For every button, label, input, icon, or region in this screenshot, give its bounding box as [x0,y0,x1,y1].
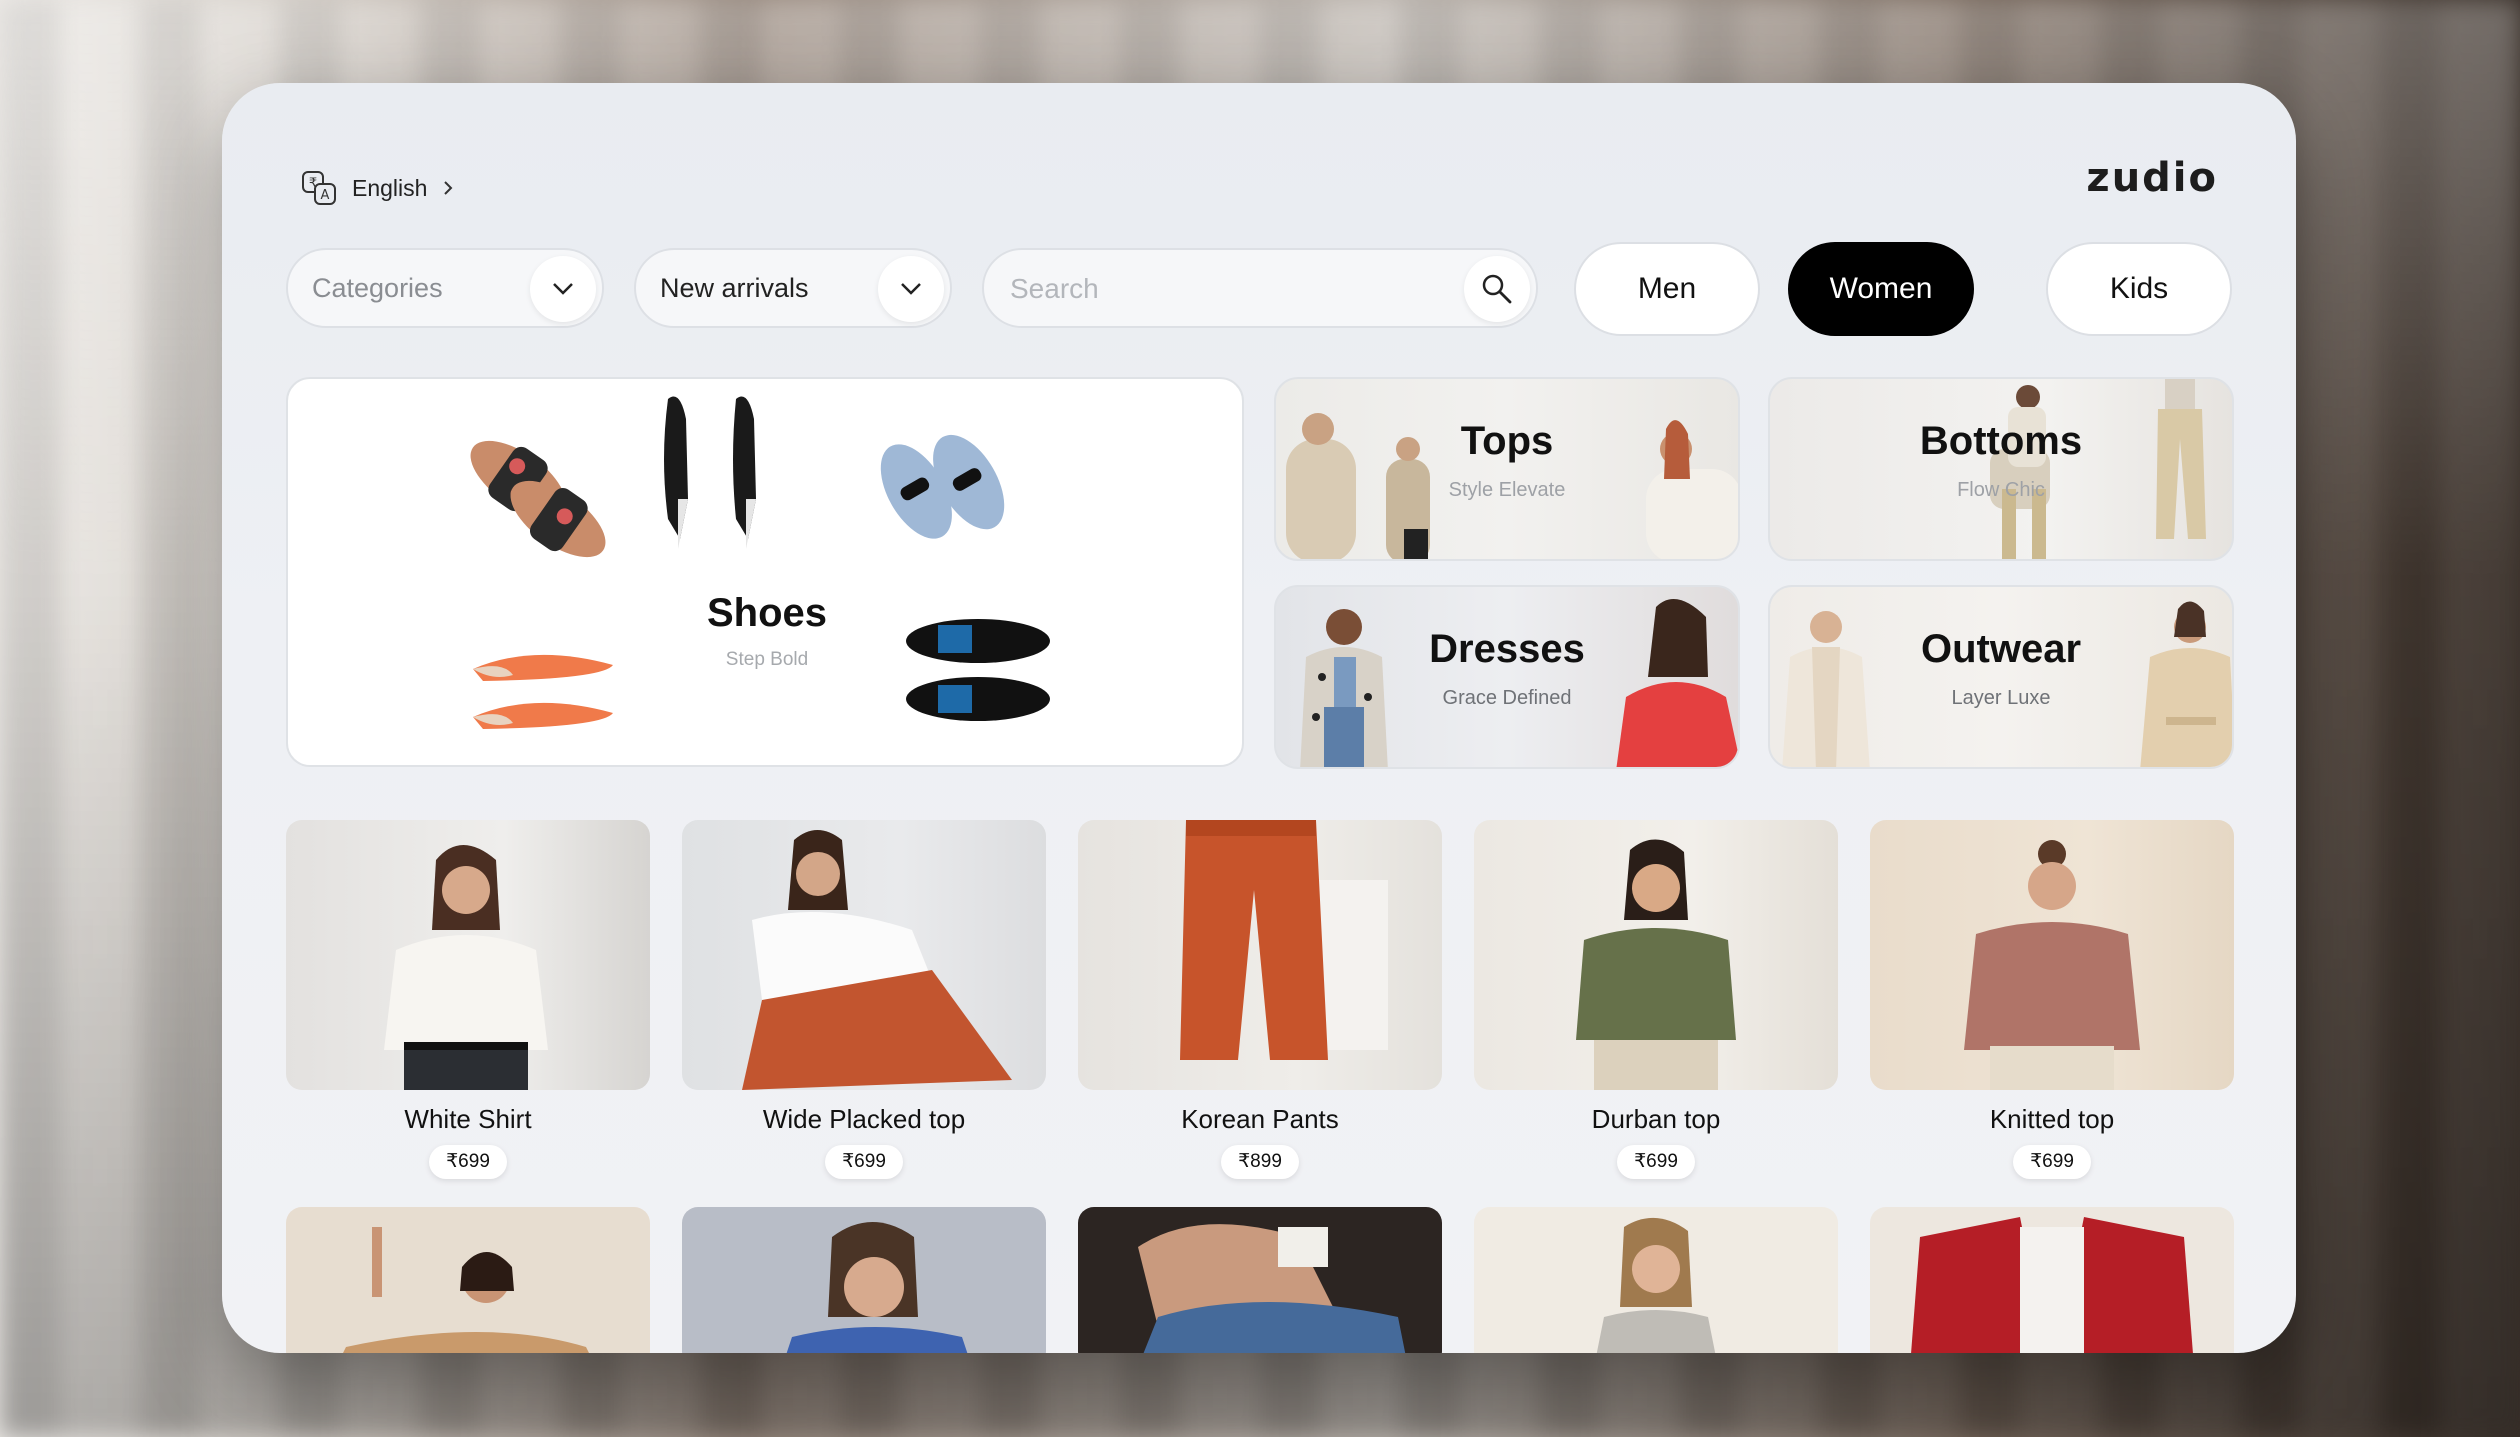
outwear-subtitle: Layer Luxe [1951,687,2051,709]
product-price-badge: ₹899 [1221,1145,1299,1179]
outwear-title: Outwear [1920,627,2082,671]
product-price-badge: ₹699 [1617,1145,1695,1179]
search-input[interactable] [1008,250,1452,328]
product-image [682,820,1046,1090]
product-name: Durban top [1591,1104,1721,1134]
category-card-shoes[interactable]: Shoes Step Bold [286,377,1244,767]
category-card-tops[interactable]: Tops Style Elevate [1274,377,1740,561]
tops-image [1286,413,1738,559]
segment-women-button[interactable]: Women [1788,242,1974,336]
chevron-down-icon[interactable] [530,256,596,322]
outwear-image [1782,601,2232,767]
brand-logo[interactable]: zudio [2086,155,2218,201]
dresses-subtitle: Grace Defined [1442,687,1572,709]
segment-men-button[interactable]: Men [1574,242,1760,336]
category-card-dresses[interactable]: Dresses Grace Defined [1274,585,1740,769]
translate-icon: ₹ A [300,169,338,207]
product-card[interactable]: Durban top ₹699 [1474,820,1838,1179]
app-window: ₹ A English zudio Categories New arrival… [222,83,2296,1353]
chevron-down-icon[interactable] [878,256,944,322]
product-price-badge: ₹699 [825,1145,903,1179]
category-card-bottoms[interactable]: Bottoms Flow Chic [1768,377,2234,561]
dresses-title: Dresses [1429,627,1585,671]
product-image [1870,820,2234,1090]
product-name: Knitted top [1989,1104,2115,1134]
product-image [286,820,650,1090]
product-image [1596,1217,1716,1353]
sort-label: New arrivals [660,272,809,303]
product-image [786,1222,968,1353]
shoes-subtitle: Step Bold [725,649,809,670]
product-name: Wide Placked top [762,1104,966,1134]
bottoms-title: Bottoms [1919,419,2083,463]
product-image [1474,820,1838,1090]
shoes-image [470,396,1050,729]
product-card[interactable] [286,1207,650,1353]
category-card-outwear[interactable]: Outwear Layer Luxe [1768,585,2234,769]
search-button[interactable] [1464,256,1530,322]
product-image [1078,820,1442,1090]
product-card[interactable] [1078,1207,1442,1353]
product-card[interactable] [1870,1207,2234,1353]
product-card[interactable]: Knitted top ₹699 [1870,820,2234,1179]
language-selector[interactable]: ₹ A English [300,169,455,207]
product-image [1138,1224,1406,1353]
sort-dropdown[interactable]: New arrivals [634,248,952,328]
dresses-image [1300,599,1738,767]
product-name: Korean Pants [1181,1104,1339,1134]
product-card[interactable]: White Shirt ₹699 [286,820,650,1179]
product-image [343,1227,589,1353]
product-card[interactable]: Wide Placked top ₹699 [682,820,1046,1179]
chevron-right-icon [441,179,455,197]
categories-dropdown[interactable]: Categories [286,248,604,328]
tops-subtitle: Style Elevate [1448,479,1566,501]
product-card[interactable] [1474,1207,1838,1353]
product-card[interactable] [682,1207,1046,1353]
product-price-badge: ₹699 [429,1145,507,1179]
shoes-title: Shoes [706,591,828,635]
search-bar [982,248,1538,328]
segment-kids-button[interactable]: Kids [2046,242,2232,336]
search-icon [1482,274,1512,304]
language-label: English [352,174,428,201]
product-card[interactable]: Korean Pants ₹899 [1078,820,1442,1179]
tops-title: Tops [1460,419,1554,463]
product-price-badge: ₹699 [2013,1145,2091,1179]
bottoms-image [1990,379,2206,559]
categories-label: Categories [312,272,443,303]
svg-text:A: A [321,188,330,203]
bottoms-subtitle: Flow Chic [1957,479,2045,501]
product-name: White Shirt [404,1104,532,1134]
product-image [1911,1217,2193,1353]
